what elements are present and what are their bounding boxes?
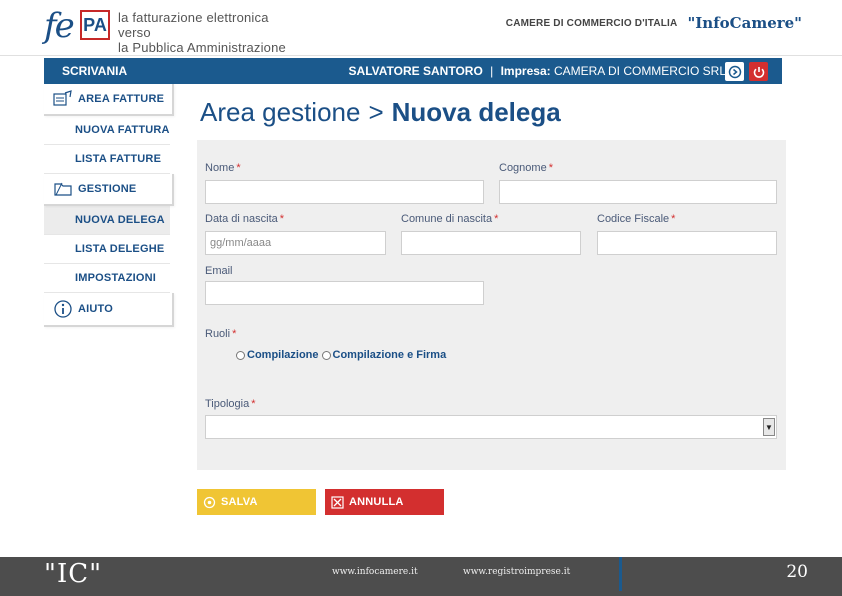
dropdown-arrow-icon[interactable]: ▼ (763, 418, 775, 436)
page-title: Area gestione > Nuova delega (200, 97, 561, 128)
sidebar-label-area-fatture: AREA FATTURE (78, 93, 165, 105)
breadcrumb-separator: > (368, 97, 384, 127)
footer: "IC" www.infocamere.it www.registroimpre… (0, 557, 842, 596)
info-icon (52, 299, 74, 319)
codice-fiscale-label: Codice Fiscale * (597, 213, 676, 225)
infocamere-logo: "InfoCamere" (687, 14, 802, 32)
sidebar-label-aiuto: AIUTO (78, 303, 114, 315)
cancel-x-icon (330, 495, 344, 509)
cancel-button-label: ANNULLA (349, 496, 404, 508)
fepa-logo: fe PA la fatturazione elettronica verso … (44, 6, 294, 55)
comune-nascita-input[interactable] (401, 231, 581, 255)
ruoli-label: Ruoli * (205, 328, 237, 340)
nome-label: Nome * (205, 162, 241, 174)
email-input[interactable] (205, 281, 484, 305)
tagline-line-2: la Pubblica Amministrazione (118, 40, 286, 55)
company-label: Impresa: (500, 64, 551, 78)
sidebar: AREA FATTURE NUOVA FATTURA LISTA FATTURE… (44, 84, 174, 327)
data-nascita-input[interactable]: gg/mm/aaaa (205, 231, 386, 255)
logout-button[interactable] (749, 62, 768, 81)
logo-tagline: la fatturazione elettronica verso la Pub… (118, 10, 294, 55)
save-circle-icon (202, 495, 216, 509)
save-button-label: SALVA (221, 496, 258, 508)
email-label: Email (205, 265, 233, 277)
sidebar-item-impostazioni[interactable]: IMPOSTAZIONI (44, 264, 170, 293)
sidebar-section-gestione[interactable]: GESTIONE (44, 174, 174, 206)
user-name: SALVATORE SANTORO (348, 64, 483, 78)
radio-compilazione-firma[interactable] (321, 350, 331, 360)
navigate-button[interactable] (725, 62, 744, 81)
cognome-input[interactable] (499, 180, 777, 204)
sidebar-item-nuova-delega[interactable]: NUOVA DELEGA (44, 206, 170, 235)
save-button[interactable]: SALVA (197, 489, 316, 515)
ruoli-radio-group: Compilazione Compilazione e Firma (236, 349, 446, 361)
user-separator: | (490, 64, 494, 78)
footer-link-infocamere[interactable]: www.infocamere.it (332, 567, 418, 577)
sidebar-label-gestione: GESTIONE (78, 183, 137, 195)
company-name: CAMERA DI COMMERCIO SRL (553, 64, 726, 78)
tagline-line-1: la fatturazione elettronica verso (118, 10, 269, 40)
breadcrumb-parent[interactable]: Area gestione (200, 97, 360, 127)
breadcrumb-current: Nuova delega (391, 97, 561, 127)
logo-pa-box: PA (80, 10, 110, 40)
radio-compilazione-firma-label[interactable]: Compilazione e Firma (333, 349, 447, 361)
footer-link-registroimprese[interactable]: www.registroimprese.it (463, 567, 570, 577)
brand-block: CAMERE DI COMMERCIO D'ITALIA "InfoCamere… (506, 14, 802, 32)
comune-nascita-label: Comune di nascita * (401, 213, 499, 225)
user-info: SALVATORE SANTORO | Impresa: CAMERA DI C… (349, 64, 726, 78)
sidebar-item-lista-deleghe[interactable]: LISTA DELEGHE (44, 235, 170, 264)
invoice-icon (52, 89, 74, 109)
cancel-button[interactable]: ANNULLA (325, 489, 444, 515)
radio-compilazione-label[interactable]: Compilazione (247, 349, 319, 361)
tipologia-select[interactable]: ▼ (205, 415, 777, 439)
top-bar: SCRIVANIA SALVATORE SANTORO | Impresa: C… (44, 58, 782, 84)
nome-input[interactable] (205, 180, 484, 204)
power-icon (753, 66, 764, 78)
radio-compilazione[interactable] (236, 350, 245, 360)
cognome-label: Cognome * (499, 162, 553, 174)
folder-icon (52, 179, 74, 199)
sidebar-item-lista-fatture[interactable]: LISTA FATTURE (44, 145, 170, 174)
delega-form: Nome * Cognome * Data di nascita * gg/mm/aa… (197, 140, 786, 470)
footer-ic-logo: "IC" (44, 559, 103, 589)
sidebar-item-nuova-fattura[interactable]: NUOVA FATTURA (44, 116, 170, 145)
arrow-circle-icon (728, 65, 741, 78)
footer-page-number: 20 (786, 562, 808, 582)
footer-divider (619, 557, 622, 591)
scrivania-label[interactable]: SCRIVANIA (62, 64, 127, 78)
camere-commercio-label: CAMERE DI COMMERCIO D'ITALIA (505, 17, 678, 29)
sidebar-section-aiuto[interactable]: AIUTO (44, 293, 174, 327)
app-header: fe PA la fatturazione elettronica verso … (0, 0, 842, 56)
tipologia-label: Tipologia * (205, 398, 256, 410)
sidebar-section-area-fatture[interactable]: AREA FATTURE (44, 84, 174, 116)
logo-fe-text: fe (44, 6, 75, 46)
data-nascita-label: Data di nascita * (205, 213, 285, 225)
codice-fiscale-input[interactable] (597, 231, 777, 255)
